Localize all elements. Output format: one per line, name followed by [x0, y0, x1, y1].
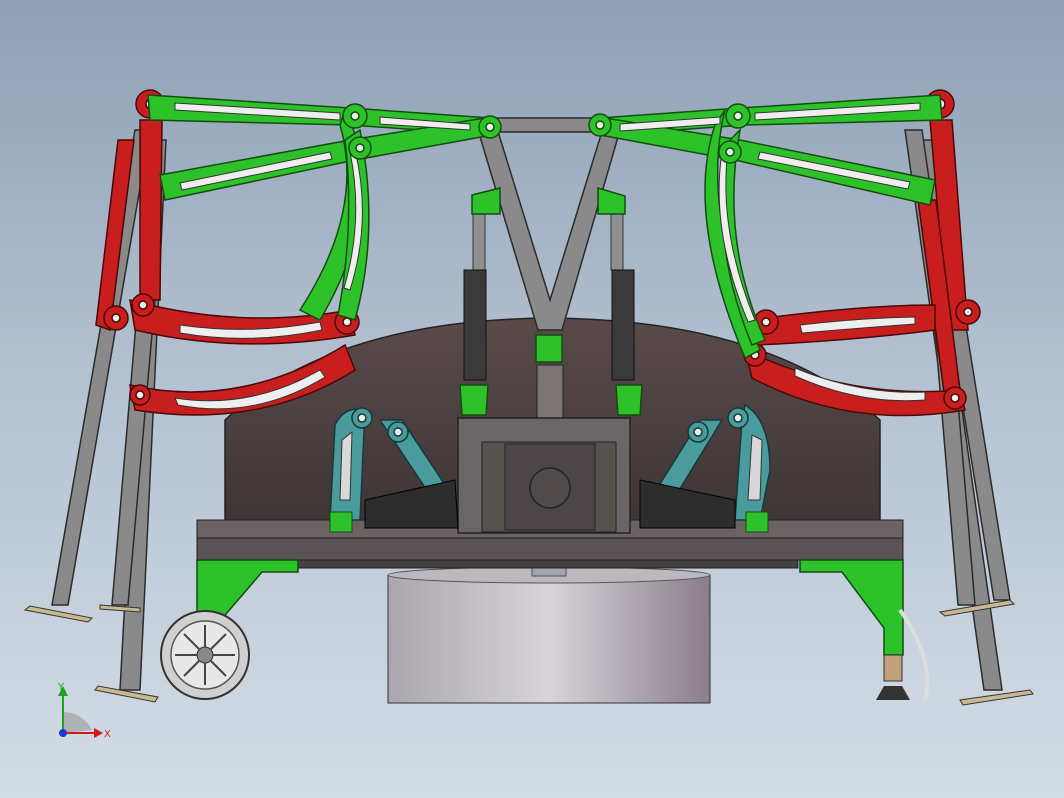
triad-x-label: X	[104, 729, 111, 740]
left-green-arms	[147, 94, 494, 321]
right-bracket	[799, 559, 904, 656]
v-frame	[477, 117, 621, 331]
assembly-model[interactable]: Y X	[0, 0, 1064, 798]
base-cylinder	[387, 559, 711, 704]
cad-viewport[interactable]: Y X	[0, 0, 1064, 798]
triad-y-label: Y	[57, 682, 65, 693]
wheel-icon	[160, 610, 250, 700]
